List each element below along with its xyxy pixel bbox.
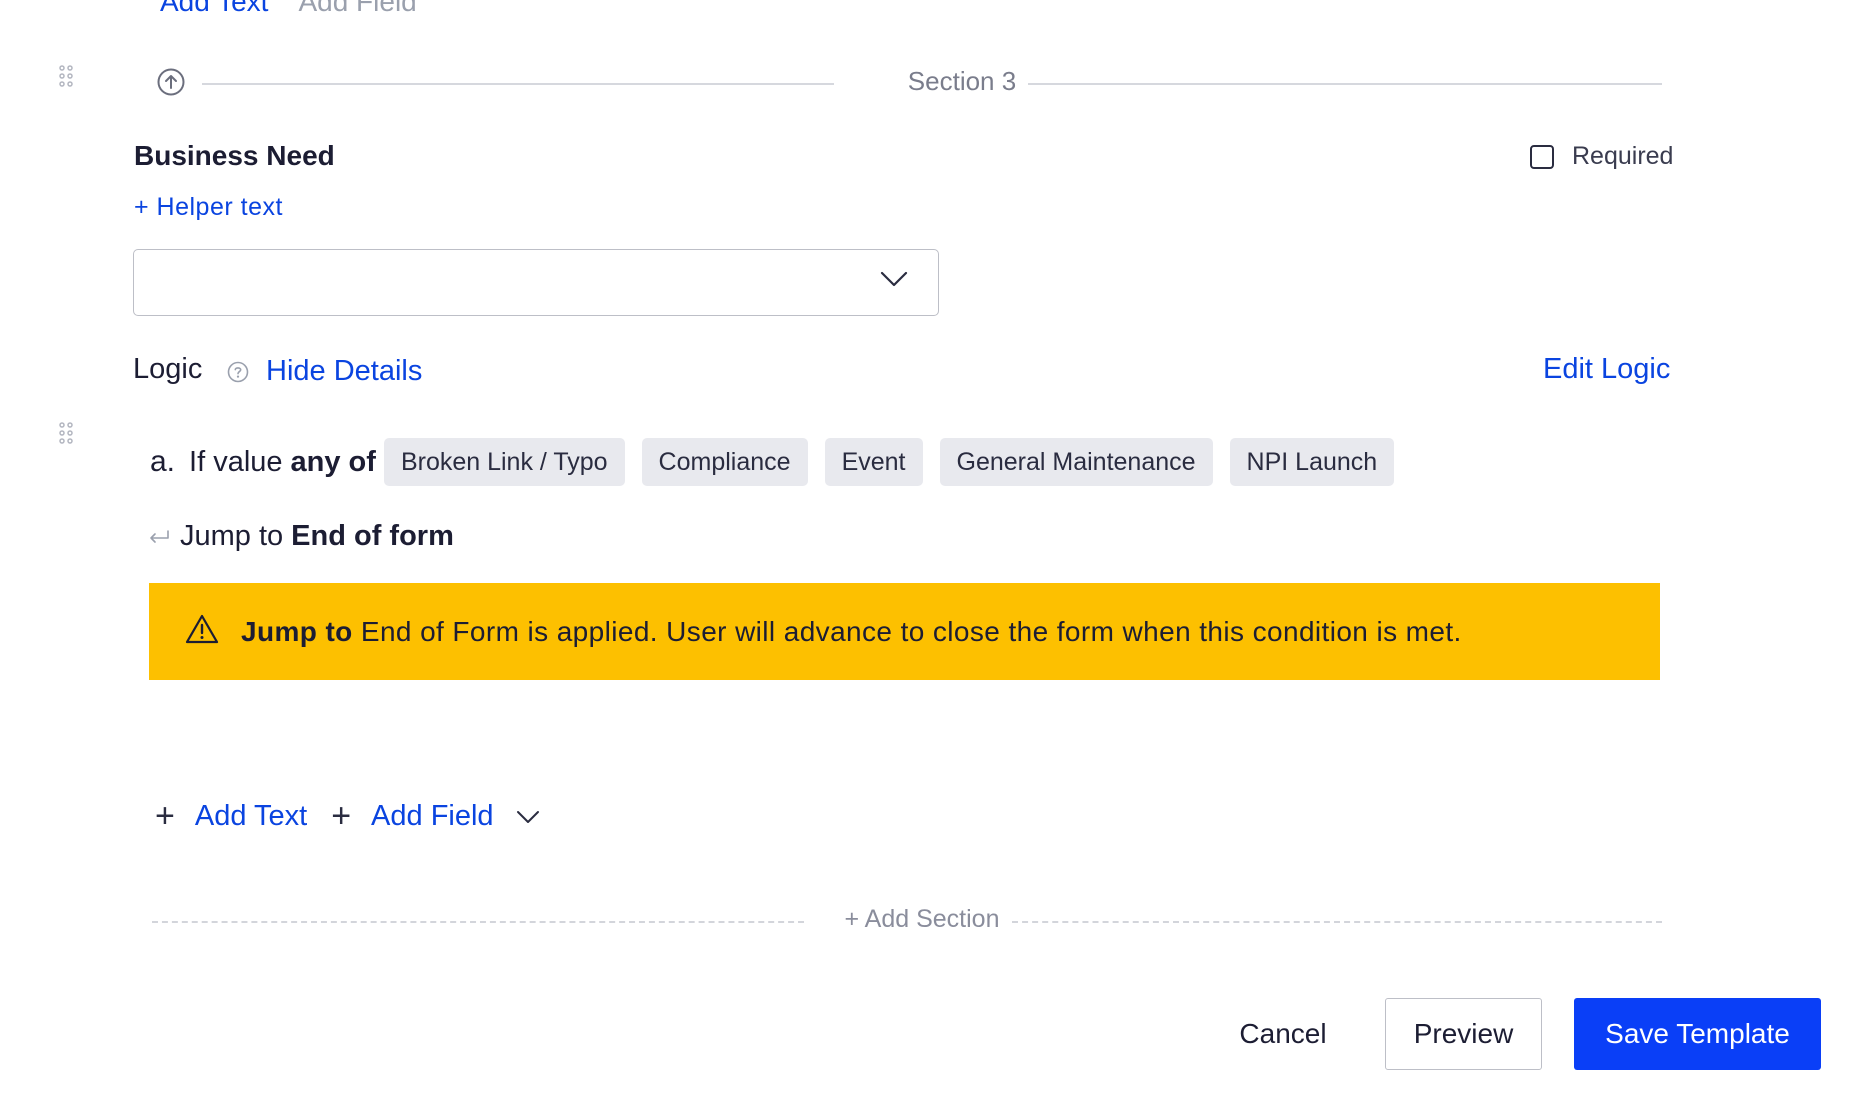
chevron-down-icon[interactable] bbox=[516, 800, 540, 833]
preview-button[interactable]: Preview bbox=[1385, 998, 1542, 1070]
top-clipped-add-row: Add Text Add Field bbox=[160, 0, 417, 18]
chevron-down-icon bbox=[880, 270, 908, 293]
warning-icon bbox=[185, 614, 219, 649]
plus-icon: + bbox=[331, 797, 352, 835]
dashed-line-right bbox=[1012, 921, 1662, 923]
move-up-icon[interactable] bbox=[156, 67, 186, 97]
condition-value-chip: Event bbox=[824, 438, 923, 486]
condition-value-chip: Compliance bbox=[641, 438, 808, 486]
cancel-button[interactable]: Cancel bbox=[1208, 998, 1358, 1070]
add-helper-text-link[interactable]: + Helper text bbox=[134, 193, 283, 222]
edit-logic-link[interactable]: Edit Logic bbox=[1543, 353, 1670, 386]
add-field-button[interactable]: Add Field bbox=[371, 800, 494, 833]
hide-details-link[interactable]: Hide Details bbox=[266, 355, 422, 388]
condition-value-chip: Broken Link / Typo bbox=[383, 438, 625, 486]
add-section-button[interactable]: + Add Section bbox=[822, 905, 1022, 934]
banner-bold: Jump to bbox=[241, 615, 353, 647]
section-title: Section 3 bbox=[907, 66, 1017, 96]
required-toggle[interactable]: Required bbox=[1530, 142, 1673, 171]
condition-letter: a. bbox=[150, 445, 176, 478]
dashed-line-left bbox=[152, 921, 804, 923]
add-content-bar: + Add Text + Add Field bbox=[155, 797, 540, 836]
section-header: Section 3 bbox=[152, 64, 1662, 102]
section-divider-right bbox=[1028, 83, 1662, 85]
section-drag-handle-icon[interactable] bbox=[59, 65, 73, 87]
condition-operator: any of bbox=[290, 445, 376, 478]
return-arrow-icon bbox=[148, 521, 170, 552]
jump-target: End of form bbox=[291, 520, 454, 552]
field-drag-handle-icon[interactable] bbox=[59, 422, 73, 444]
section-divider-left bbox=[202, 83, 834, 85]
logic-condition: a. If value any of Broken Link / Typo Co… bbox=[150, 438, 1411, 486]
jump-action: Jump to End of form bbox=[148, 520, 454, 553]
field-label: Business Need bbox=[134, 140, 335, 171]
condition-value-chip: NPI Launch bbox=[1229, 438, 1395, 486]
help-icon[interactable] bbox=[227, 361, 249, 388]
save-template-button[interactable]: Save Template bbox=[1574, 998, 1821, 1070]
banner-message: End of Form is applied. User will advanc… bbox=[360, 615, 1462, 647]
top-add-field-link[interactable]: Add Field bbox=[298, 0, 416, 18]
plus-icon: + bbox=[155, 797, 175, 835]
logic-label: Logic bbox=[133, 353, 203, 385]
required-checkbox[interactable] bbox=[1530, 144, 1554, 169]
jump-prefix: Jump to bbox=[180, 520, 284, 552]
add-text-button[interactable]: Add Text bbox=[195, 800, 307, 833]
add-section-divider: + Add Section bbox=[152, 903, 1662, 939]
top-add-text-link[interactable]: Add Text bbox=[160, 0, 268, 18]
required-label: Required bbox=[1572, 142, 1674, 170]
condition-prefix: If value bbox=[189, 445, 283, 478]
warning-banner: Jump to End of Form is applied. User wil… bbox=[149, 583, 1660, 680]
business-need-select[interactable] bbox=[133, 249, 939, 316]
condition-value-chip: General Maintenance bbox=[939, 438, 1213, 486]
